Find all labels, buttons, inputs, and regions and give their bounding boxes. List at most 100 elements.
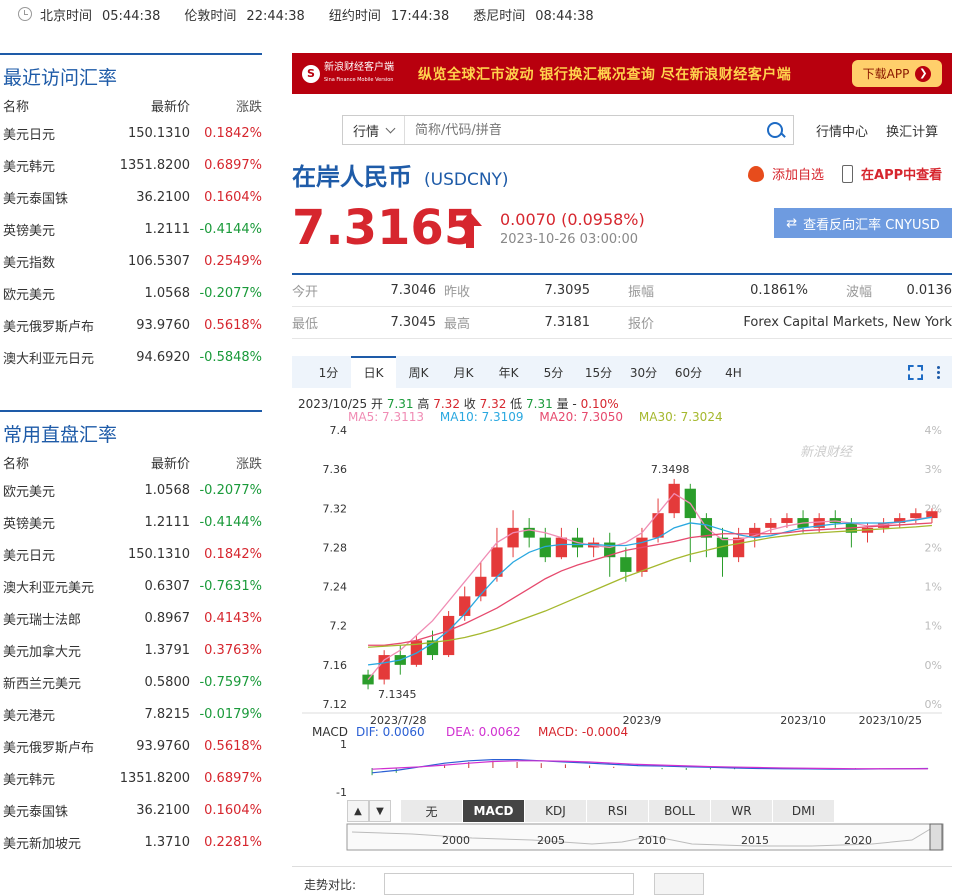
rate-row[interactable]: 美元俄罗斯卢布 93.9760 0.5618% <box>0 309 262 341</box>
scroll-up-button[interactable]: ▲ <box>347 800 369 822</box>
compare-bar: 走势对比: <box>292 866 952 895</box>
rate-name[interactable]: 美元韩元 <box>0 156 108 175</box>
rate-change: -0.7597% <box>199 674 262 690</box>
compare-input[interactable] <box>384 873 634 895</box>
rate-name[interactable]: 美元泰国铢 <box>0 801 108 820</box>
rate-name[interactable]: 美元泰国铢 <box>0 188 108 207</box>
symbol-code: (USDCNY) <box>424 170 509 190</box>
period-tab[interactable]: 60分 <box>666 356 711 388</box>
indicator-tab[interactable]: BOLL <box>649 800 711 822</box>
rate-row[interactable]: 美元韩元 1351.8200 0.6897% <box>0 149 262 181</box>
rate-row[interactable]: 欧元美元 1.0568 -0.2077% <box>0 474 262 506</box>
rate-name[interactable]: 美元日元 <box>0 124 108 143</box>
prev-close-value: 7.3095 <box>544 283 591 298</box>
macd-dif-label: DIF: 0.0060 <box>356 725 425 739</box>
rate-name[interactable]: 英镑美元 <box>0 513 108 532</box>
macd-dea-label: DEA: 0.0062 <box>446 725 521 739</box>
rate-price: 150.1310 <box>127 125 190 141</box>
rate-name[interactable]: 欧元美元 <box>0 481 108 500</box>
rate-name[interactable]: 欧元美元 <box>0 284 108 303</box>
rate-name[interactable]: 美元新加坡元 <box>0 833 108 852</box>
period-tab[interactable]: 5分 <box>531 356 576 388</box>
kline-chart[interactable]: 7.47.367.327.287.247.27.167.124%3%2%2%1%… <box>292 420 952 860</box>
rate-row[interactable]: 澳大利亚元美元 0.6307 -0.7631% <box>0 570 262 602</box>
period-tab[interactable]: 日K <box>351 356 396 388</box>
rate-row[interactable]: 澳大利亚元日元 94.6920 -0.5848% <box>0 341 262 373</box>
indicator-tabs: ▲ ▼ 无 MACD KDJ RSI BOLL WR DMI <box>347 800 835 822</box>
search-icon[interactable] <box>759 116 793 144</box>
rate-row[interactable]: 英镑美元 1.2111 -0.4144% <box>0 213 262 245</box>
rate-name[interactable]: 美元加拿大元 <box>0 641 108 660</box>
add-watchlist-button[interactable]: 添加自选 <box>772 164 824 183</box>
rate-name[interactable]: 美元日元 <box>0 545 108 564</box>
fire-icon <box>748 165 764 182</box>
market-center-link[interactable]: 行情中心 <box>816 125 868 140</box>
period-tab[interactable]: 4H <box>711 356 756 388</box>
fullscreen-icon[interactable] <box>908 364 923 380</box>
rate-row[interactable]: 美元加拿大元 1.3791 0.3763% <box>0 634 262 666</box>
rate-row[interactable]: 新西兰元美元 0.5800 -0.7597% <box>0 666 262 698</box>
rate-name[interactable]: 美元俄罗斯卢布 <box>0 316 108 335</box>
download-app-button[interactable]: 下载APP ❯ <box>852 60 942 87</box>
period-tab[interactable]: 年K <box>486 356 531 388</box>
indicator-tab[interactable]: MACD <box>463 800 525 822</box>
symbol-actions: 添加自选 在APP中查看 <box>748 164 942 183</box>
market-select[interactable]: 行情 <box>343 116 405 144</box>
rate-row[interactable]: 美元俄罗斯卢布 93.9760 0.5618% <box>0 730 262 762</box>
rate-change: 0.1604% <box>204 189 262 205</box>
rate-name[interactable]: 新西兰元美元 <box>0 673 108 692</box>
period-tab[interactable]: 1分 <box>306 356 351 388</box>
period-tab[interactable]: 周K <box>396 356 441 388</box>
rate-row[interactable]: 美元泰国铢 36.2100 0.1604% <box>0 181 262 213</box>
rate-row[interactable]: 美元港元 7.8215 -0.0179% <box>0 698 262 730</box>
rate-row[interactable]: 美元新加坡元 1.3710 0.2281% <box>0 826 262 858</box>
more-options-icon[interactable] <box>937 365 940 379</box>
rate-price: 36.2100 <box>136 189 190 205</box>
macd-y-tick: -1 <box>336 786 347 799</box>
rate-row[interactable]: 美元日元 150.1310 0.1842% <box>0 538 262 570</box>
rate-price: 0.8967 <box>144 610 191 626</box>
indicator-tab[interactable]: DMI <box>773 800 835 822</box>
rate-name[interactable]: 美元韩元 <box>0 769 108 788</box>
rate-name[interactable]: 美元俄罗斯卢布 <box>0 737 108 756</box>
y-tick-label: 7.36 <box>323 463 348 476</box>
symbol-header: 在岸人民币 (USDCNY) <box>292 157 509 192</box>
rate-row[interactable]: 美元日元 150.1310 0.1842% <box>0 117 262 149</box>
indicator-tab[interactable]: 无 <box>401 800 463 822</box>
rate-name[interactable]: 澳大利亚元美元 <box>0 577 108 596</box>
period-tab[interactable]: 月K <box>441 356 486 388</box>
macd-dif-line <box>372 759 928 774</box>
quote-source: Forex Capital Markets, New York <box>743 315 952 330</box>
indicator-tab[interactable]: RSI <box>587 800 649 822</box>
rate-row[interactable]: 英镑美元 1.2111 -0.4144% <box>0 506 262 538</box>
rate-name[interactable]: 美元瑞士法郎 <box>0 609 108 628</box>
period-tab[interactable]: 15分 <box>576 356 621 388</box>
rate-name[interactable]: 美元港元 <box>0 705 108 724</box>
reverse-rate-button[interactable]: ⇄ 查看反向汇率 CNYUSD <box>774 208 952 238</box>
rate-row[interactable]: 美元瑞士法郎 0.8967 0.4143% <box>0 602 262 634</box>
rate-change: 0.2549% <box>204 253 262 269</box>
indicator-tab[interactable]: WR <box>711 800 773 822</box>
rate-name[interactable]: 英镑美元 <box>0 220 108 239</box>
scroll-down-button[interactable]: ▼ <box>369 800 391 822</box>
rate-row[interactable]: 欧元美元 1.0568 -0.2077% <box>0 277 262 309</box>
banner-slogan: 纵览全球汇市波动 银行换汇概况查询 尽在新浪财经客户端 <box>418 66 792 83</box>
compare-button[interactable] <box>654 873 704 895</box>
search-input[interactable] <box>405 116 759 144</box>
rate-row[interactable]: 美元指数 106.5307 0.2549% <box>0 245 262 277</box>
fx-calculator-link[interactable]: 换汇计算 <box>886 125 938 140</box>
rate-row[interactable]: 美元泰国铢 36.2100 0.1604% <box>0 794 262 826</box>
candle-body <box>765 522 777 528</box>
app-download-banner[interactable]: S 新浪财经客户端 Sina Finance Mobile Version 纵览全… <box>292 53 952 94</box>
rate-name[interactable]: 澳大利亚元日元 <box>0 348 108 367</box>
rate-change: -0.4144% <box>199 514 262 530</box>
common-rates-title: 常用直盘汇率 <box>0 410 262 450</box>
view-in-app-button[interactable]: 在APP中查看 <box>861 164 942 183</box>
high-value: 7.3181 <box>544 315 591 330</box>
period-tab[interactable]: 30分 <box>621 356 666 388</box>
indicator-tab[interactable]: KDJ <box>525 800 587 822</box>
quote-stats-table: 今开 7.3046 昨收 7.3095 振幅 0.1861% 波幅 0.0136… <box>292 273 952 339</box>
rate-row[interactable]: 美元韩元 1351.8200 0.6897% <box>0 762 262 794</box>
rate-name[interactable]: 美元指数 <box>0 252 108 271</box>
rate-change: 0.2281% <box>204 834 262 850</box>
